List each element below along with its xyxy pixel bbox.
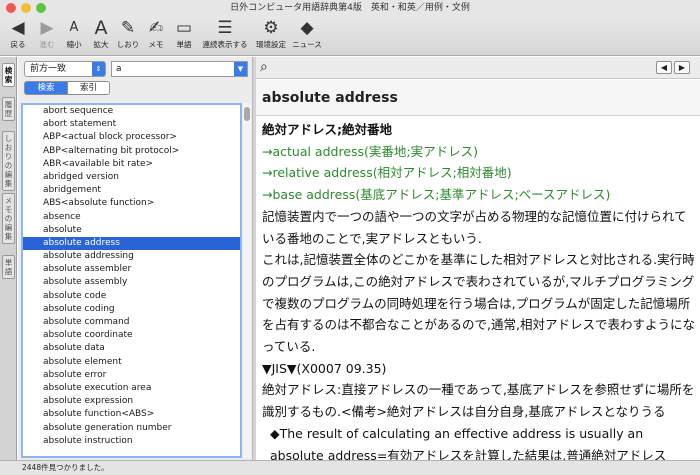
list-item[interactable]: absolute instruction — [23, 435, 240, 448]
side-tab-strip: 検索 履歴 しおりの編集 メモの編集 単語 — [0, 57, 17, 460]
list-item[interactable]: absolute execution area — [23, 382, 240, 395]
search-query: a — [116, 64, 122, 74]
list-item[interactable]: ABR<available bit rate> — [23, 158, 240, 171]
list-item[interactable]: absolute assembler — [23, 263, 240, 276]
entry-explanation: これは,記憶装置全体のどこかを基準にした相対アドレスと対比される.実行時のプログ… — [262, 252, 695, 355]
list-item[interactable]: absolute expression — [23, 395, 240, 408]
list-item[interactable]: ABS<absolute function> — [23, 197, 240, 210]
entry-body: 絶対アドレス;絶対番地 →actual address(実番地;実アドレス) →… — [262, 119, 696, 460]
jis-reference: ▼JIS▼(X0007 09.35) — [262, 360, 387, 376]
list-item[interactable]: absolute coding — [23, 303, 240, 316]
zoom-window-button[interactable] — [36, 3, 46, 13]
list-item[interactable]: absence — [23, 211, 240, 224]
list-item[interactable]: ABP<actual block processor> — [23, 131, 240, 144]
crossref-link[interactable]: →relative address(相対アドレス;相対番地) — [262, 162, 696, 184]
magnifier-icon[interactable]: ⌕ — [260, 59, 268, 75]
jis-definition: 絶対アドレス:直接アドレスの一種であって,基底アドレスを参照せずに場所を識別する… — [262, 382, 695, 420]
search-pane: 前方一致 ⇕ a ▼ 検索 索引 abort sequence abort st… — [18, 57, 252, 460]
search-input[interactable]: a ▼ — [111, 61, 248, 77]
minimize-window-button[interactable] — [21, 3, 31, 13]
crossref-link[interactable]: →actual address(実番地;実アドレス) — [262, 141, 696, 163]
gear-icon: ⚙ — [263, 18, 279, 38]
list-item[interactable]: absolute generation number — [23, 422, 240, 435]
tab-search[interactable]: 検索 — [25, 82, 67, 94]
news-label: ニュース — [292, 40, 322, 49]
usage-example: ◆The result of calculating an effective … — [270, 425, 667, 460]
updown-arrows-icon: ⇕ — [92, 62, 105, 76]
entry-pane: ⌕ ◀ ▶ absolute address 絶対アドレス;絶対番地 →actu… — [256, 57, 700, 460]
entry-term-ja: 絶対アドレス;絶対番地 — [262, 122, 392, 137]
scrollbar-thumb[interactable] — [244, 107, 250, 121]
list-item[interactable]: absolute addressing — [23, 250, 240, 263]
list-item[interactable]: abort sequence — [23, 105, 240, 118]
side-tab-memo-edit[interactable]: メモの編集 — [2, 193, 15, 244]
settings-label: 環境設定 — [256, 40, 286, 49]
search-index-toggle: 検索 索引 — [24, 81, 110, 95]
search-mode-select[interactable]: 前方一致 ⇕ — [24, 61, 106, 77]
left-arrow-icon: ◀ — [660, 63, 668, 72]
prev-entry-button[interactable]: ◀ — [656, 61, 672, 74]
list-item[interactable]: absolute assembly — [23, 276, 240, 289]
settings-button[interactable]: ⚙ 環境設定 — [251, 16, 291, 56]
list-item[interactable]: absolute code — [23, 290, 240, 303]
window-title: 日外コンピュータ用語辞典第4版 英和・和英／用例・文例 — [230, 3, 470, 13]
side-tab-bookmark-edit[interactable]: しおりの編集 — [2, 131, 15, 191]
results-list[interactable]: abort sequence abort statement ABP<actua… — [21, 103, 242, 458]
entry-toolbar: ⌕ ◀ ▶ — [256, 57, 700, 79]
toolbar: ◀ 戻る ▶ 進む A 縮小 A 拡大 ✎ しおり ✍ メモ ▭ 単語 ☰ 連続表示する ⚙ 環境… — [0, 16, 700, 56]
tab-index[interactable]: 索引 — [67, 82, 109, 94]
wordbook-button[interactable]: ▭ 単語 — [166, 16, 202, 56]
side-tab-history[interactable]: 履歴 — [2, 97, 15, 121]
news-button[interactable]: ◆ ニュース — [287, 16, 327, 56]
list-item[interactable]: absolute element — [23, 356, 240, 369]
chevron-down-icon[interactable]: ▼ — [234, 62, 247, 76]
close-window-button[interactable] — [6, 3, 16, 13]
next-entry-button[interactable]: ▶ — [674, 61, 690, 74]
side-tab-search[interactable]: 検索 — [2, 63, 15, 87]
entry-definition: 記憶装置内で一つの語や一つの文字が占める物理的な記憶位置に付けられている番地のこ… — [262, 208, 687, 246]
search-mode-value: 前方一致 — [30, 64, 67, 74]
title-bar: 日外コンピュータ用語辞典第4版 英和・和英／用例・文例 — [0, 0, 700, 16]
wordbook-icon: ▭ — [175, 18, 193, 38]
side-tab-words[interactable]: 単語 — [2, 255, 15, 279]
list-item[interactable]: abridgement — [23, 184, 240, 197]
entry-headword: absolute address — [256, 80, 700, 116]
result-count: 2448件見つかりました。 — [22, 463, 109, 472]
list-item[interactable]: abridged version — [23, 171, 240, 184]
continuous-display-button[interactable]: ☰ 連続表示する — [198, 16, 252, 56]
crossref-link[interactable]: →base address(基底アドレス;基準アドレス;ベースアドレス) — [262, 184, 696, 206]
continuous-display-label: 連続表示する — [202, 40, 248, 49]
list-item[interactable]: absolute function<ABS> — [23, 408, 240, 421]
news-megaphone-icon: ◆ — [300, 18, 314, 38]
list-item[interactable]: absolute coordinate — [23, 329, 240, 342]
list-item[interactable]: absolute command — [23, 316, 240, 329]
list-item[interactable]: ABP<alternating bit protocol> — [23, 145, 240, 158]
list-item-selected[interactable]: absolute address — [23, 236, 240, 251]
continuous-display-icon: ☰ — [217, 18, 233, 38]
status-bar: 2448件見つかりました。 — [0, 460, 700, 475]
list-item[interactable]: abort statement — [23, 118, 240, 131]
list-item[interactable]: absolute — [23, 224, 240, 237]
list-item[interactable]: absolute data — [23, 342, 240, 355]
results-scrollbar[interactable] — [243, 103, 251, 458]
wordbook-label: 単語 — [176, 40, 192, 49]
list-item[interactable]: absolute error — [23, 369, 240, 382]
right-arrow-icon: ▶ — [678, 63, 686, 72]
